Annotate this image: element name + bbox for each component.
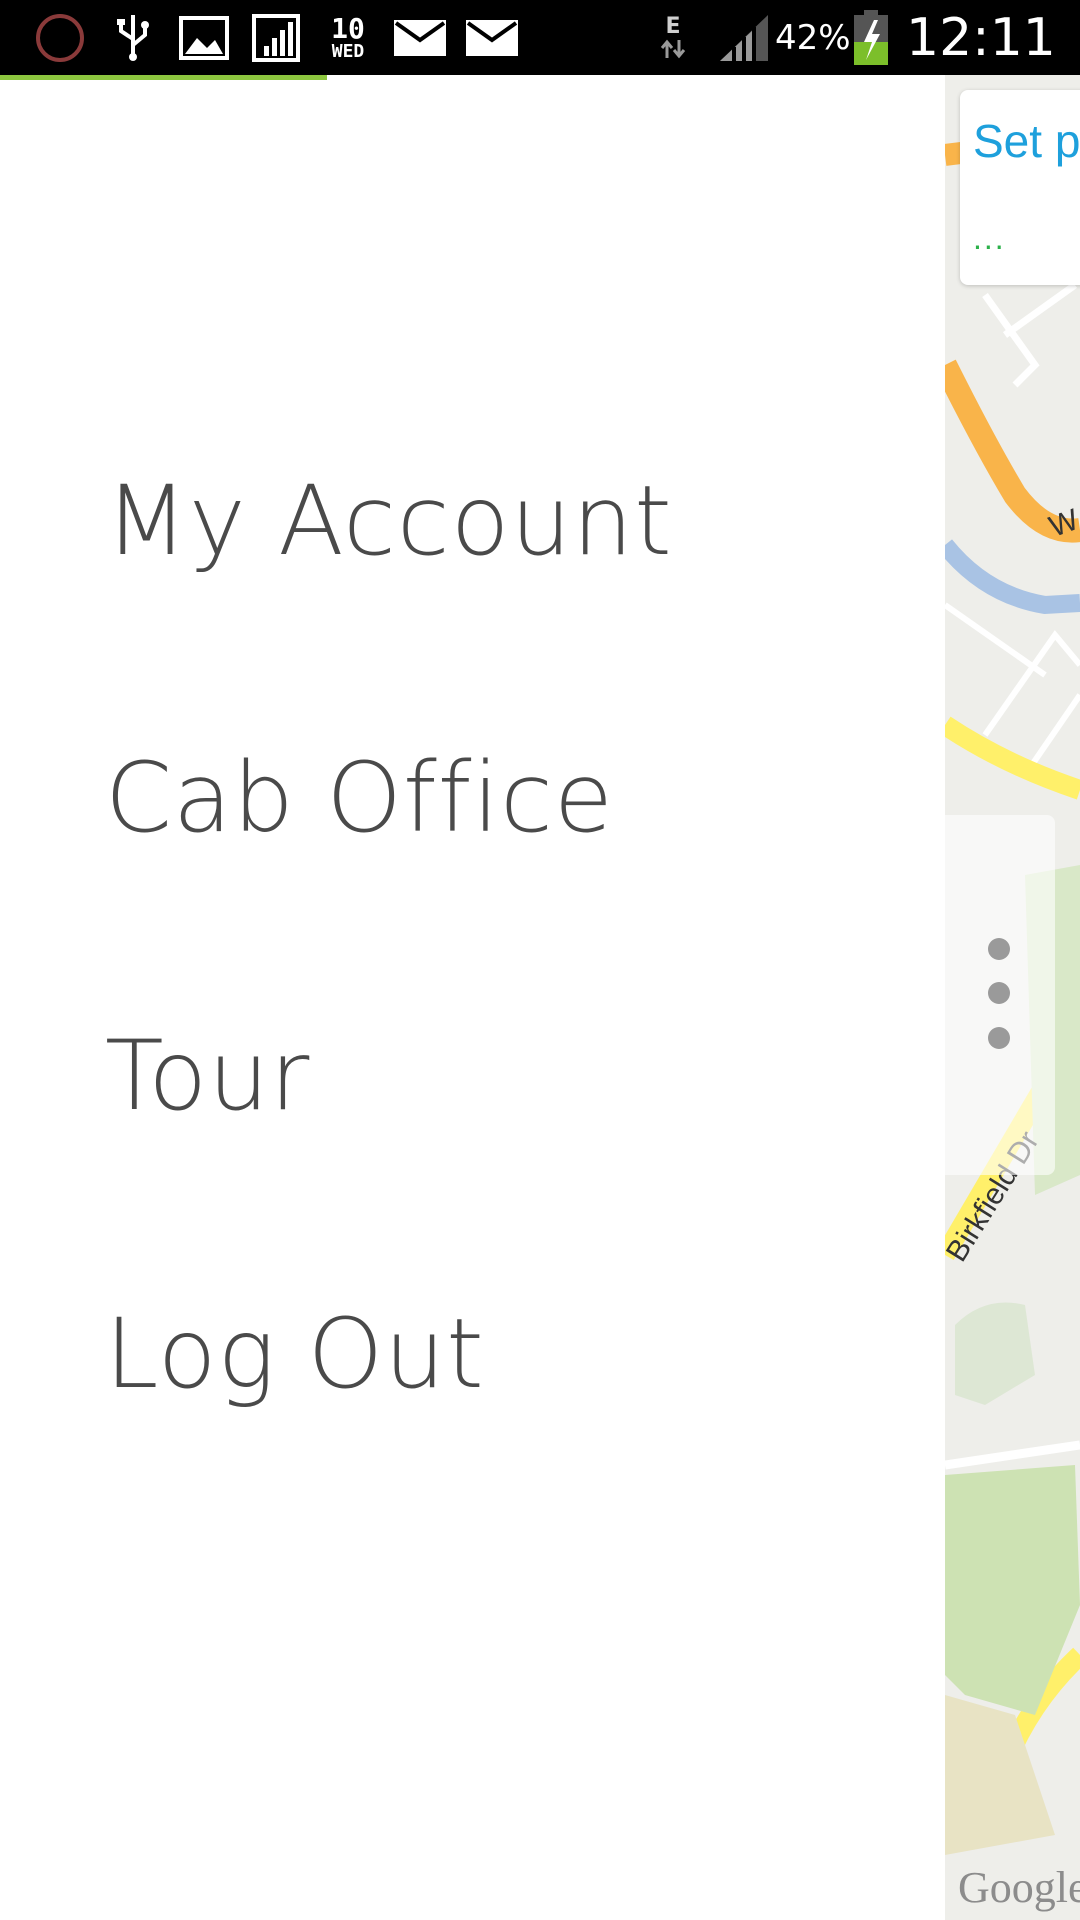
image-icon: [178, 0, 230, 75]
menu-item-tour[interactable]: Tour: [105, 1020, 310, 1132]
overflow-dot-icon: [988, 1027, 1010, 1049]
google-attribution: Google: [958, 1863, 1080, 1912]
calendar-icon: 10 WED: [331, 11, 365, 62]
data-transfer-icon: E: [655, 0, 691, 75]
menu-item-my-account[interactable]: My Account: [105, 465, 673, 577]
usb-icon: [108, 0, 158, 75]
mail-icon: [392, 0, 448, 75]
menu-item-cab-office[interactable]: Cab Office: [105, 742, 614, 854]
navigation-drawer: My Account Cab Office Tour Log Out: [0, 80, 945, 1920]
signal-bars-icon: [250, 0, 302, 75]
set-pickup-card[interactable]: Set p ...: [960, 90, 1080, 285]
battery-charging-icon: [851, 0, 891, 75]
pickup-address-loading: ...: [973, 220, 1006, 256]
cell-signal-icon: [716, 0, 772, 75]
overflow-dot-icon: [988, 982, 1010, 1004]
mail-icon: [464, 0, 520, 75]
battery-percent: 42%: [775, 17, 851, 58]
status-bar: 10 WED E 42% 12:11: [0, 0, 1080, 75]
clock: 12:11: [906, 7, 1056, 68]
menu-item-log-out[interactable]: Log Out: [105, 1298, 485, 1410]
overflow-dot-icon: [988, 938, 1010, 960]
set-pickup-title[interactable]: Set p: [973, 114, 1080, 168]
circle-notification-icon: [30, 0, 90, 75]
